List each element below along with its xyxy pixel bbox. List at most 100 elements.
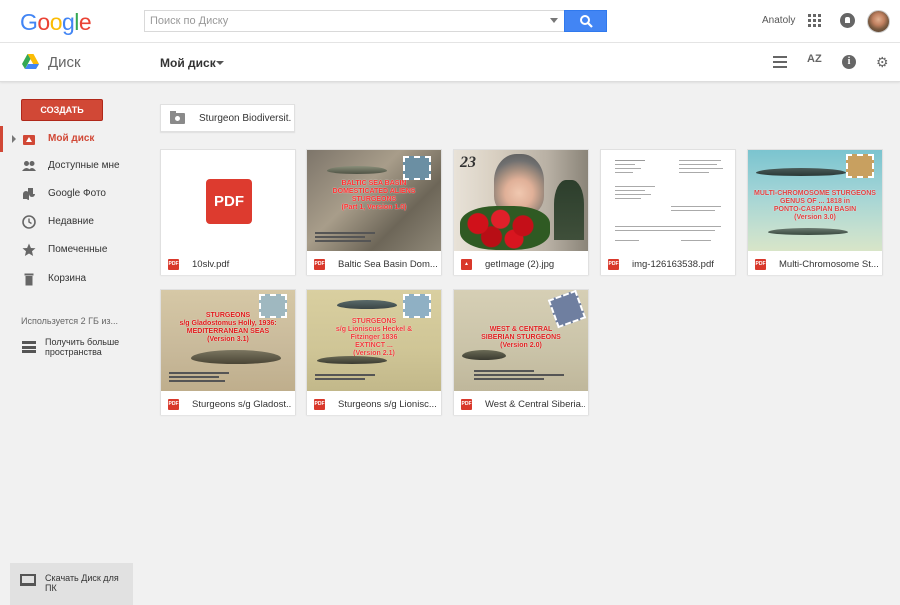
drive-toolbar: Диск Мой диск AZ i ⚙ [0, 43, 900, 82]
sidebar-item-label: Google Фото [48, 188, 106, 199]
apps-grid-icon[interactable] [808, 14, 822, 28]
file-name: West & Central Siberia... [485, 399, 585, 410]
file-card[interactable]: MULTI-CHROMOSOME STURGEONS GENUS OF ... 1… [747, 149, 883, 275]
file-name: 10slv.pdf [192, 259, 230, 270]
sturgeon-image [337, 300, 397, 309]
sturgeon-image [327, 166, 387, 174]
star-icon [22, 243, 36, 256]
file-thumbnail: STURGEONS s/g Lioniscus Heckel & Fitzinger… [307, 290, 441, 391]
logo-letter-g2: g [61, 9, 75, 35]
file-thumbnail: 23 [454, 150, 588, 251]
gear-icon[interactable]: ⚙ [876, 55, 890, 69]
storage-usage-text: Используется 2 ГБ из... [21, 316, 119, 326]
sidebar-item-shared[interactable]: Доступные мне [0, 153, 144, 179]
expand-arrow-icon[interactable] [12, 135, 16, 143]
app-title[interactable]: Диск [48, 54, 81, 71]
breadcrumb-dropdown-icon[interactable] [216, 61, 224, 65]
postage-stamp-image [547, 290, 587, 329]
sidebar-item-photos[interactable]: Google Фото [0, 181, 144, 207]
slide-title: MULTI-CHROMOSOME STURGEONS GENUS OF ... 1… [754, 190, 876, 221]
photo-person [494, 154, 544, 214]
top-bar: Google Anatoly [0, 0, 900, 43]
photo-overlay-number: 23 [460, 154, 476, 171]
download-drive-label: Скачать Диск для ПК [45, 573, 119, 593]
file-card[interactable]: WEST & CENTRAL SIBERIAN STURGEONS (Version… [453, 289, 589, 415]
user-name[interactable]: Anatoly [762, 15, 795, 26]
create-button[interactable]: СОЗДАТЬ [21, 99, 103, 121]
my-drive-icon [23, 135, 35, 145]
monitor-icon [20, 574, 36, 586]
file-name: Baltic Sea Basin Dom... [338, 259, 438, 270]
sidebar-item-starred[interactable]: Помеченные [0, 237, 144, 263]
slide-title: STURGEONS s/g Gladostomus Holly, 1936: MED… [179, 312, 277, 343]
file-name: Multi-Chromosome St... [779, 259, 879, 270]
file-thumbnail: BALTIC SEA BASIN DOMESTICATED ALIENS STURG… [307, 150, 441, 251]
sidebar-item-label: Мой диск [48, 133, 95, 144]
pdf-type-icon: PDF [755, 259, 766, 270]
file-thumbnail: WEST & CENTRAL SIBERIAN STURGEONS (Version… [454, 290, 588, 391]
sidebar-item-label: Помеченные [48, 244, 108, 255]
drive-logo-icon [22, 54, 39, 69]
photo-background-soldier [554, 180, 584, 240]
postage-stamp-image [846, 154, 874, 178]
get-more-storage-link[interactable]: Получить больше пространства [0, 333, 144, 363]
google-logo[interactable]: Google [20, 9, 92, 36]
list-view-icon[interactable] [773, 55, 787, 69]
breadcrumb[interactable]: Мой диск [160, 56, 216, 70]
pdf-type-icon: PDF [314, 259, 325, 270]
file-thumbnail: MULTI-CHROMOSOME STURGEONS GENUS OF ... 1… [748, 150, 882, 251]
sidebar-item-label: Недавние [48, 216, 94, 227]
search-button[interactable] [564, 10, 607, 32]
info-icon[interactable]: i [842, 55, 856, 69]
notifications-bell-icon[interactable] [840, 13, 855, 28]
file-name: Sturgeons s/g Lionisc... [338, 399, 437, 410]
sturgeon-image [756, 168, 846, 176]
avatar[interactable] [867, 10, 890, 33]
sidebar-item-trash[interactable]: Корзина [0, 266, 144, 292]
postage-stamp-image [403, 294, 431, 318]
sort-az-icon[interactable]: AZ [807, 53, 822, 67]
logo-letter-e: e [78, 9, 92, 35]
file-card[interactable]: STURGEONS s/g Lioniscus Heckel & Fitzinger… [306, 289, 442, 415]
search-options-caret-icon[interactable] [550, 18, 558, 23]
folder-name: Sturgeon Biodiversit... [199, 113, 291, 124]
file-thumbnail: PDF [161, 150, 295, 251]
sturgeon-image [317, 356, 387, 364]
image-type-icon: ▲ [461, 259, 472, 270]
file-name: Sturgeons s/g Gladost... [192, 399, 292, 410]
pdf-type-icon: PDF [608, 259, 619, 270]
trash-icon [24, 273, 34, 286]
download-drive-for-pc-button[interactable]: Скачать Диск для ПК [10, 563, 133, 605]
file-card[interactable]: 23 ▲ getImage (2).jpg [453, 149, 589, 275]
folder-item[interactable]: Sturgeon Biodiversit... [160, 104, 295, 132]
pdf-type-icon: PDF [461, 399, 472, 410]
clock-icon [22, 215, 36, 229]
photos-pinwheel-icon [23, 188, 35, 200]
search-icon [580, 15, 593, 28]
sidebar-item-my-drive[interactable]: Мой диск [0, 126, 144, 152]
file-card[interactable]: STURGEONS s/g Gladostomus Holly, 1936: MED… [160, 289, 296, 415]
pdf-file-icon: PDF [206, 179, 252, 224]
sidebar-item-label: Корзина [48, 273, 87, 284]
pdf-type-icon: PDF [168, 259, 179, 270]
search-input[interactable] [145, 11, 545, 31]
storage-stack-icon [22, 341, 36, 353]
get-more-storage-label: Получить больше пространства [45, 337, 120, 357]
sturgeon-image [768, 228, 848, 235]
sturgeon-image [462, 350, 506, 360]
file-thumbnail [601, 150, 735, 251]
search-box [144, 10, 607, 32]
slide-title: STURGEONS s/g Lioniscus Heckel & Fitzinger… [335, 318, 413, 357]
file-card[interactable]: PDF img-126163538.pdf [600, 149, 736, 275]
file-card[interactable]: BALTIC SEA BASIN DOMESTICATED ALIENS STURG… [306, 149, 442, 275]
file-name: getImage (2).jpg [485, 259, 555, 270]
shared-people-icon [22, 161, 36, 171]
pdf-type-icon: PDF [168, 399, 179, 410]
file-card[interactable]: PDF PDF 10slv.pdf [160, 149, 296, 275]
photo-roses [460, 206, 550, 250]
logo-letter-g: G [20, 9, 38, 35]
sidebar-item-label: Доступные мне [48, 160, 120, 171]
file-name: img-126163538.pdf [632, 259, 714, 270]
sidebar-item-recent[interactable]: Недавние [0, 209, 144, 235]
pdf-type-icon: PDF [314, 399, 325, 410]
